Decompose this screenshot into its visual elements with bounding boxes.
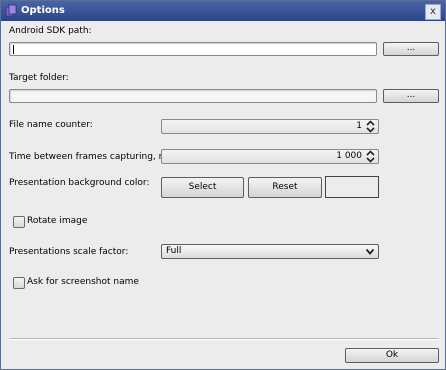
frame-interval-value: 1 000 — [336, 151, 362, 161]
browse-button-label: ... — [406, 90, 416, 100]
ask-screenshot-name-checkbox[interactable] — [13, 277, 25, 289]
scale-factor-label: Presentations scale factor: — [9, 247, 129, 257]
chevron-down-icon — [365, 248, 375, 255]
scale-factor-select[interactable]: Full — [161, 244, 379, 259]
select-button-label: Select — [188, 182, 217, 192]
close-button[interactable]: x — [425, 4, 441, 20]
ask-screenshot-name-label: Ask for screenshot name — [27, 277, 139, 287]
reset-color-button[interactable]: Reset — [248, 177, 322, 198]
frame-interval-spinner[interactable]: 1 000 — [161, 149, 379, 164]
title-bar[interactable]: Options x — [1, 1, 445, 21]
footer-divider — [9, 338, 439, 340]
file-name-counter-value: 1 — [356, 121, 362, 131]
color-preview-swatch — [325, 176, 379, 198]
frame-interval-label: Time between frames capturing, ms: — [9, 152, 176, 162]
sdk-path-label: Android SDK path: — [9, 26, 92, 36]
file-name-counter-label: File name counter: — [9, 120, 93, 130]
rotate-image-checkbox[interactable] — [13, 216, 25, 228]
ok-button-label: Ok — [385, 350, 399, 360]
scale-factor-value: Full — [166, 246, 182, 256]
spinner-arrows-icon[interactable] — [365, 120, 376, 133]
target-folder-label: Target folder: — [9, 73, 69, 83]
target-folder-browse-button[interactable]: ... — [383, 89, 439, 103]
select-color-button[interactable]: Select — [161, 177, 244, 198]
options-dialog: Options x Android SDK path: ... Target f… — [0, 0, 446, 370]
rotate-image-label: Rotate image — [27, 216, 88, 226]
reset-button-label: Reset — [272, 182, 298, 192]
browse-button-label: ... — [406, 43, 416, 53]
close-icon: x — [430, 6, 436, 17]
background-color-label: Presentation background color: — [9, 178, 150, 188]
spinner-arrows-icon[interactable] — [365, 150, 376, 163]
file-name-counter-spinner[interactable]: 1 — [161, 119, 379, 134]
text-caret — [13, 45, 14, 54]
sdk-path-input[interactable] — [9, 42, 377, 56]
ok-button[interactable]: Ok — [345, 348, 439, 363]
target-folder-input[interactable] — [9, 89, 377, 103]
window-title: Options — [21, 5, 65, 16]
app-icon — [5, 4, 17, 17]
sdk-path-browse-button[interactable]: ... — [383, 42, 439, 56]
